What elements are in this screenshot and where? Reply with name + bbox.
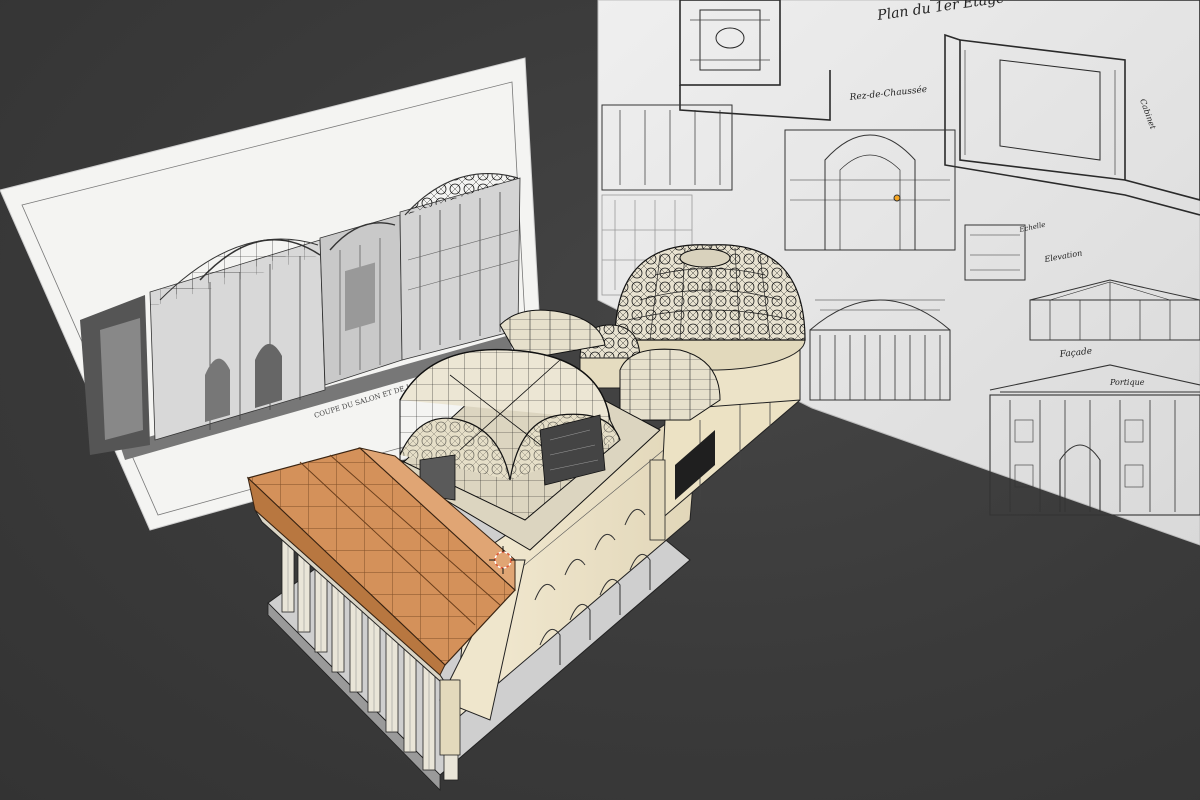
viewport-scene[interactable]: Plan du 1er Étage Rez-de-Chaussée Cabine… — [0, 0, 1200, 800]
3d-viewport[interactable]: Plan du 1er Étage Rez-de-Chaussée Cabine… — [0, 0, 1200, 800]
object-origin-dot — [893, 194, 901, 202]
plan-label-portico: Portique — [1109, 378, 1145, 387]
